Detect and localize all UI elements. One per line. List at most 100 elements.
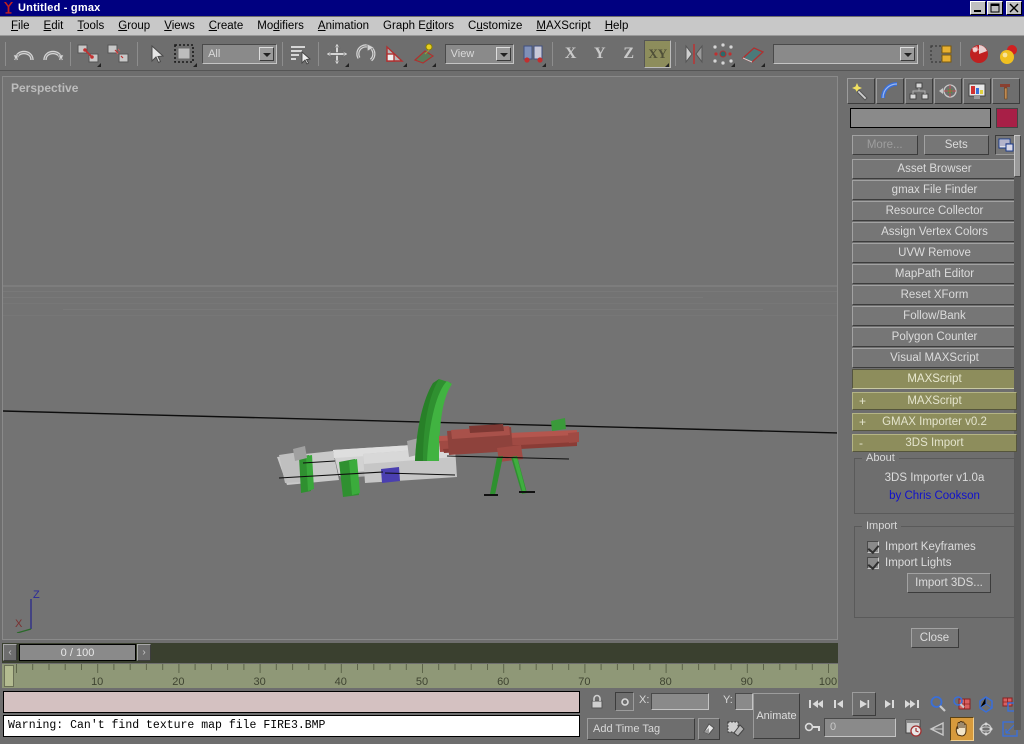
previous-frame-arrow-icon[interactable]: ‹ [3,644,17,661]
more-button[interactable]: More... [852,135,918,155]
import-keyframes-row[interactable]: Import Keyframes [867,541,1008,553]
utilities-tab[interactable] [992,78,1020,104]
object-color-swatch[interactable] [996,108,1018,128]
next-frame-icon[interactable] [876,692,900,716]
select-object-arrow-icon[interactable] [142,40,169,68]
utility-button-follow-bank[interactable]: Follow/Bank [852,306,1017,326]
menu-views[interactable]: Views [157,18,201,34]
arc-rotate-icon[interactable] [974,717,998,741]
named-selection-sets-combo[interactable] [773,43,919,64]
restrict-to-y-button[interactable]: Y [586,40,613,68]
track-bar[interactable]: 10 20 30 40 50 60 70 80 90 100 [2,664,838,688]
menu-create[interactable]: Create [202,18,251,34]
menu-help[interactable]: Help [598,18,636,34]
select-and-scale-icon[interactable] [382,40,409,68]
menu-group[interactable]: Group [111,18,157,34]
layer-manager-icon[interactable] [928,40,956,68]
select-by-name-icon[interactable] [287,40,314,68]
import-3ds-button[interactable]: Import 3DS... [907,573,991,593]
utility-button-resource-collector[interactable]: Resource Collector [852,201,1017,221]
zoom-all-icon[interactable] [950,692,974,716]
modify-tab[interactable] [876,78,904,104]
hierarchy-tab[interactable] [905,78,933,104]
array-icon[interactable] [709,40,737,68]
select-and-rotate-icon[interactable] [353,40,380,68]
restrict-to-x-button[interactable]: X [557,40,584,68]
menu-customize[interactable]: Customize [461,18,529,34]
utility-button-reset-xform[interactable]: Reset XForm [852,285,1017,305]
zoom-extents-icon[interactable] [974,692,998,716]
redo-icon[interactable] [39,40,66,68]
minimize-button[interactable] [970,1,986,15]
render-scene-icon[interactable] [995,40,1023,68]
command-panel-scrollbar[interactable] [1014,135,1021,730]
selection-filter-combo[interactable]: All [202,43,278,64]
close-button[interactable] [1006,1,1022,15]
utility-button-uvw-remove[interactable]: UVW Remove [852,243,1017,263]
chevron-down-icon[interactable] [259,46,275,61]
time-slider-thumb[interactable]: 0 / 100 [19,644,136,661]
restrict-to-plane-button[interactable]: XY [644,39,672,68]
sets-button[interactable]: Sets [923,135,989,155]
zoom-icon[interactable] [926,692,950,716]
current-frame-field[interactable]: 0 [824,718,896,737]
add-time-tag-button[interactable]: Add Time Tag [587,718,695,740]
menu-maxscript[interactable]: MAXScript [529,18,597,34]
utility-button-visual-maxscript[interactable]: Visual MAXScript [852,348,1017,368]
lock-selection-icon[interactable] [589,694,605,710]
utility-button-polygon-counter[interactable]: Polygon Counter [852,327,1017,347]
set-key-icon[interactable] [804,718,822,736]
chevron-down-icon[interactable] [496,46,512,61]
menu-modifiers[interactable]: Modifiers [250,18,311,34]
y-coordinate-field[interactable] [735,693,753,710]
x-coordinate-field[interactable] [651,693,709,710]
prompt-field[interactable] [3,691,580,713]
rollout-3ds-import[interactable]: - 3DS Import [852,434,1017,452]
previous-frame-icon[interactable] [828,692,852,716]
rollout-maxscript[interactable]: + MAXScript [852,392,1017,410]
maximize-button[interactable] [987,1,1003,15]
utility-button-mappath-editor[interactable]: MapPath Editor [852,264,1017,284]
go-to-start-icon[interactable] [804,692,828,716]
menu-file[interactable]: File [4,18,37,34]
mirror-icon[interactable] [680,40,707,68]
import-keyframes-checkbox[interactable] [867,541,879,553]
utility-button-maxscript[interactable]: MAXScript [852,369,1017,389]
create-tab[interactable] [847,78,875,104]
field-of-view-icon[interactable] [926,717,950,741]
next-frame-arrow-icon[interactable]: › [137,644,151,661]
align-icon[interactable] [739,40,767,68]
chevron-down-icon[interactable] [900,46,916,61]
select-and-link-icon[interactable] [75,40,103,68]
viewport-canvas[interactable] [3,77,838,640]
motion-tab[interactable] [934,78,962,104]
object-name-field[interactable] [850,108,991,128]
time-configuration-icon[interactable] [904,718,924,738]
import-lights-checkbox[interactable] [867,557,879,569]
animate-toggle-button[interactable]: Animate [753,693,800,739]
use-pivot-point-center-icon[interactable] [411,40,438,68]
play-animation-icon[interactable] [852,692,876,716]
go-to-end-icon[interactable] [900,692,924,716]
rollout-gmax-importer[interactable]: + GMAX Importer v0.2 [852,413,1017,431]
utility-button-gmax-file-finder[interactable]: gmax File Finder [852,180,1017,200]
import-lights-row[interactable]: Import Lights [867,557,1008,569]
restrict-to-z-button[interactable]: Z [615,40,642,68]
command-panel-scroll-thumb[interactable] [1014,135,1021,177]
key-mode-icon[interactable] [698,718,720,740]
menu-animation[interactable]: Animation [311,18,376,34]
pan-hand-icon[interactable] [950,717,974,741]
track-bar-slider[interactable] [4,665,14,687]
absolute-relative-transform-icon[interactable] [615,692,634,711]
unlink-selection-icon[interactable] [105,40,133,68]
reference-coordinate-system-combo[interactable]: View [444,43,515,64]
pivot-center-flyout-icon[interactable] [520,40,548,68]
utility-button-assign-vertex-colors[interactable]: Assign Vertex Colors [852,222,1017,242]
menu-edit[interactable]: Edit [37,18,71,34]
utility-button-asset-browser[interactable]: Asset Browser [852,159,1017,179]
menu-graph-editors[interactable]: Graph Editors [376,18,461,34]
select-region-icon[interactable] [171,40,199,68]
material-editor-icon[interactable] [965,40,993,68]
undo-icon[interactable] [10,40,37,68]
time-slider-bar[interactable]: ‹ 0 / 100 › [2,643,838,663]
